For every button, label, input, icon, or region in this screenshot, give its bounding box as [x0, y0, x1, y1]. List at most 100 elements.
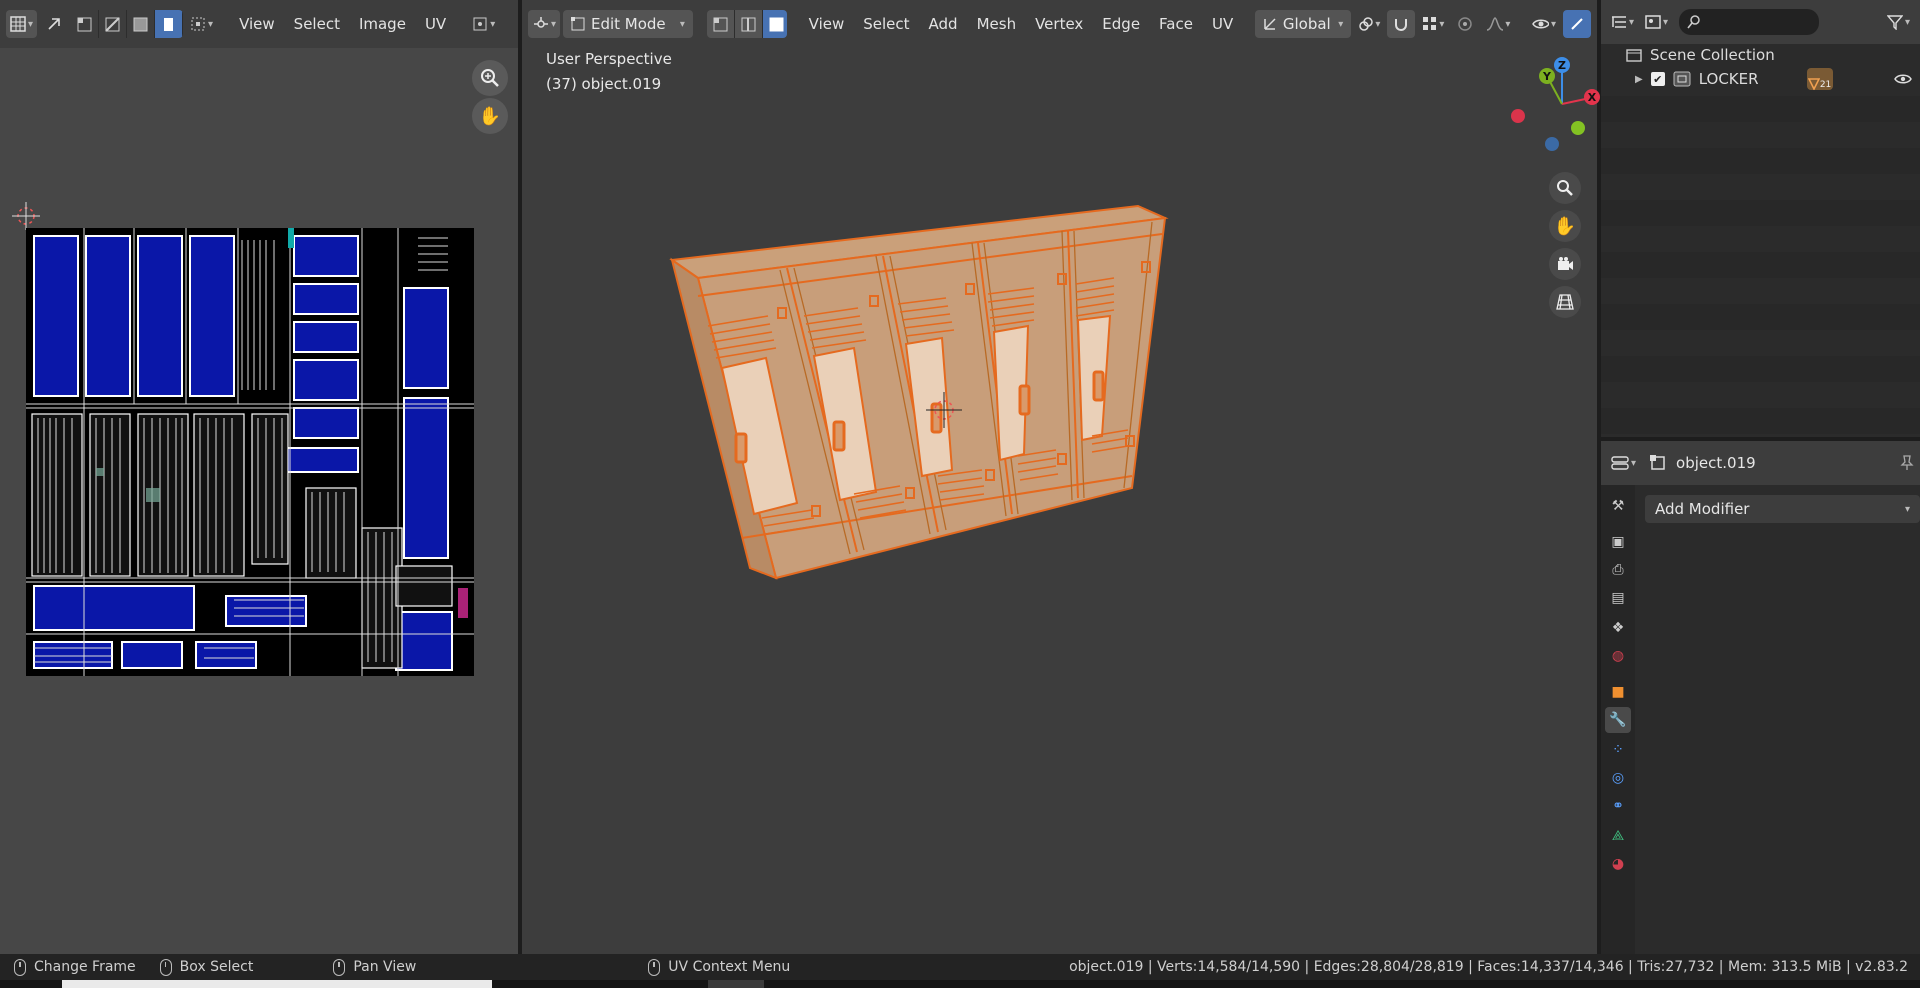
vp-menu-face[interactable]: Face — [1151, 12, 1201, 36]
tab-material[interactable]: ◕ — [1605, 851, 1631, 877]
chevron-down-icon: ▾ — [28, 18, 34, 30]
mesh-select-mode-group — [706, 10, 787, 38]
vp-menu-select[interactable]: Select — [855, 12, 917, 36]
mesh-children-badge[interactable]: 21 — [1806, 68, 1833, 90]
tab-view-layer[interactable]: ▤ — [1605, 585, 1631, 611]
tab-constraints[interactable]: ⚭ — [1605, 793, 1631, 819]
uv-menu-select[interactable]: Select — [286, 12, 348, 36]
mode-dropdown[interactable]: Edit Mode ▾ — [562, 10, 693, 38]
chevron-down-icon: ▾ — [208, 18, 214, 30]
chevron-down-icon: ▾ — [1629, 16, 1635, 28]
uv-edge-select-button[interactable] — [99, 10, 128, 38]
display-mode-button[interactable]: ▾ — [1641, 8, 1672, 36]
edge-select-icon — [105, 16, 120, 32]
snap-toggle-button[interactable] — [1387, 10, 1416, 38]
properties-object-name: object.019 — [1676, 454, 1756, 472]
properties-icon — [1611, 456, 1629, 470]
magnet-icon — [1395, 19, 1408, 31]
vp-menu-vertex[interactable]: Vertex — [1027, 12, 1091, 36]
view-perspective-label: User Perspective — [546, 50, 672, 68]
uv-menu-uv[interactable]: UV — [417, 12, 454, 36]
tab-physics[interactable]: ◎ — [1605, 765, 1631, 791]
uv-face-select-button[interactable] — [127, 10, 156, 38]
visibility-button[interactable]: ▾ — [1528, 10, 1560, 38]
zoom-button[interactable] — [472, 60, 508, 96]
exclude-checkbox[interactable]: ✔ — [1650, 72, 1665, 86]
snap-target-button[interactable]: ▾ — [1418, 10, 1448, 38]
tab-particles[interactable]: ⁘ — [1605, 737, 1631, 763]
proportional-edit-button[interactable] — [1451, 10, 1479, 38]
vp-camera-button[interactable] — [1549, 248, 1581, 280]
pivot-point-button[interactable]: ▾ — [468, 10, 499, 38]
hint-pan-view: Pan View — [333, 958, 416, 976]
chevron-down-icon: ▾ — [1904, 503, 1910, 515]
tab-tool[interactable]: ⚒ — [1605, 493, 1631, 519]
vp-zoom-button[interactable] — [1549, 172, 1581, 204]
pan-button[interactable]: ✋ — [472, 98, 508, 134]
view-layer-icon: ▤ — [1611, 590, 1625, 606]
chevron-down-icon: ▾ — [1439, 18, 1445, 30]
mouse-left-icon — [14, 958, 26, 976]
hand-icon: ✋ — [1553, 215, 1577, 237]
gizmo-toggle-button[interactable] — [1562, 10, 1591, 38]
gizmo-neg-z-axis[interactable] — [1545, 137, 1559, 151]
transform-pivot-button[interactable]: ▾ — [1354, 10, 1384, 38]
eye-icon[interactable] — [1894, 73, 1912, 85]
filter-button[interactable]: ▾ — [1883, 8, 1914, 36]
output-icon: ⎙ — [1612, 562, 1624, 578]
chevron-down-icon: ▾ — [1631, 457, 1637, 469]
gizmo-neg-x-axis[interactable] — [1511, 109, 1525, 123]
badge-count: 21 — [1819, 80, 1832, 90]
uv-vertex-select-button[interactable] — [71, 10, 100, 38]
3d-viewport: ▾ Edit Mode ▾ View Select Add Mesh Verte… — [522, 0, 1600, 954]
vp-menu-mesh[interactable]: Mesh — [969, 12, 1025, 36]
viewport-editor-type-button[interactable]: ▾ — [528, 10, 560, 38]
vp-menu-edge[interactable]: Edge — [1094, 12, 1148, 36]
add-modifier-dropdown[interactable]: Add Modifier ▾ — [1645, 495, 1920, 523]
edit-mode-icon — [570, 17, 585, 31]
edge-select-button[interactable] — [734, 10, 763, 38]
outliner-editor-type-button[interactable]: ▾ — [1607, 8, 1638, 36]
tab-modifiers[interactable]: 🔧 — [1605, 707, 1631, 733]
tab-object[interactable]: ■ — [1605, 679, 1631, 705]
world-icon: ◍ — [1611, 648, 1625, 664]
pin-icon[interactable] — [1900, 455, 1914, 471]
falloff-button[interactable]: ▾ — [1482, 10, 1514, 38]
vertex-select-button[interactable] — [706, 10, 735, 38]
uv-island-select-button[interactable] — [155, 10, 184, 38]
vp-pan-button[interactable]: ✋ — [1549, 210, 1581, 242]
editor-type-button[interactable]: ▾ — [6, 10, 38, 38]
tab-scene[interactable]: ❖ — [1605, 615, 1631, 641]
vp-menu-uv[interactable]: UV — [1204, 12, 1241, 36]
vp-menu-view[interactable]: View — [801, 12, 853, 36]
tab-render[interactable]: ▣ — [1605, 529, 1631, 555]
transform-orientation-dropdown[interactable]: Global ▾ — [1254, 10, 1352, 38]
gizmo-neg-y-axis[interactable] — [1571, 121, 1585, 135]
viewport-canvas[interactable]: User Perspective (37) object.019 Z X Y ✋ — [522, 48, 1600, 954]
mesh-data-icon: ⟁ — [1611, 828, 1625, 844]
wrench-icon: 🔧 — [1609, 712, 1627, 728]
collection-icon — [1673, 71, 1691, 87]
taskbar-active-item[interactable] — [62, 980, 492, 988]
particles-icon: ⁘ — [1612, 742, 1624, 758]
outliner-scene-collection[interactable]: Scene Collection — [1601, 42, 1920, 68]
vp-menu-add[interactable]: Add — [921, 12, 966, 36]
taskbar-item[interactable] — [708, 980, 764, 988]
properties-editor-type-button[interactable]: ▾ — [1607, 449, 1640, 477]
tab-world[interactable]: ◍ — [1605, 643, 1631, 669]
vp-perspective-toggle-button[interactable] — [1549, 286, 1581, 318]
uv-menu-image[interactable]: Image — [351, 12, 414, 36]
outliner-search-input[interactable] — [1679, 9, 1820, 35]
uv-sync-selection-button[interactable] — [40, 10, 68, 38]
tab-output[interactable]: ⎙ — [1605, 557, 1631, 583]
face-select-icon — [769, 17, 784, 31]
sticky-selection-button[interactable]: ▾ — [186, 10, 217, 38]
expand-arrow-icon[interactable]: ▶ — [1635, 74, 1643, 85]
tab-data[interactable]: ⟁ — [1605, 823, 1631, 849]
outliner-item-locker[interactable]: ▶ ✔ LOCKER 21 — [1601, 66, 1920, 92]
uv-canvas[interactable]: ✋ — [0, 48, 518, 954]
outliner-header: ▾ ▾ ▾ — [1601, 0, 1920, 44]
uv-menu-view[interactable]: View — [231, 12, 283, 36]
face-select-button[interactable] — [762, 10, 787, 38]
face-select-icon — [133, 17, 148, 31]
